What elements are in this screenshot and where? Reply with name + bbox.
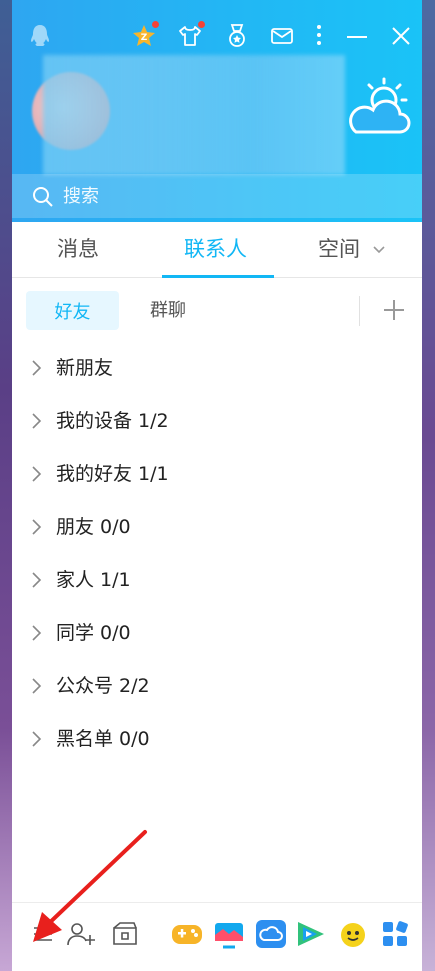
menu-icon[interactable] xyxy=(26,917,60,951)
contact-subtabs: 好友 群聊 xyxy=(12,278,422,342)
tab-messages[interactable]: 消息 xyxy=(57,234,99,264)
list-item[interactable]: 公众号 2/2 xyxy=(12,660,422,713)
mail-icon[interactable] xyxy=(268,22,296,50)
list-item-label: 黑名单 0/0 xyxy=(56,728,150,750)
search-input[interactable]: 搜索 xyxy=(63,184,99,210)
subtab-groups[interactable]: 群聊 xyxy=(150,298,186,324)
chevron-right-icon xyxy=(32,625,42,641)
baidu-icon[interactable] xyxy=(336,917,370,951)
list-item[interactable]: 我的好友 1/1 xyxy=(12,448,422,501)
subtab-friends[interactable]: 好友 xyxy=(26,291,119,330)
shirt-icon[interactable] xyxy=(176,21,205,50)
chevron-right-icon xyxy=(32,519,42,535)
list-item-label: 朋友 0/0 xyxy=(56,516,131,538)
list-item-label: 新朋友 xyxy=(56,357,114,379)
contact-group-list: 新朋友 我的设备 1/2 我的好友 1/1 朋友 0/0 家人 1/1 同学 0… xyxy=(12,342,422,766)
list-item[interactable]: 新朋友 xyxy=(12,342,422,395)
tab-contacts[interactable]: 联系人 xyxy=(184,234,247,264)
vip-star-icon[interactable]: Z xyxy=(130,21,159,50)
more-icon[interactable] xyxy=(309,20,329,50)
app-manager-icon[interactable] xyxy=(108,917,142,951)
chevron-down-icon[interactable] xyxy=(371,242,387,258)
list-item[interactable]: 黑名单 0/0 xyxy=(12,713,422,766)
chevron-right-icon xyxy=(32,466,42,482)
search-icon xyxy=(32,186,54,208)
qq-main-window: Z 搜索 消息 联系人 空间 好友 群聊 新朋友 我的设备 1/2 我的好友 1… xyxy=(12,0,422,971)
live-icon[interactable] xyxy=(212,917,246,951)
main-tabs: 消息 联系人 空间 xyxy=(12,222,422,278)
desktop-background-right xyxy=(422,0,435,971)
list-item[interactable]: 同学 0/0 xyxy=(12,607,422,660)
list-item-label: 同学 0/0 xyxy=(56,622,131,644)
chevron-right-icon xyxy=(32,731,42,747)
tencent-video-icon[interactable] xyxy=(294,917,328,951)
game-icon[interactable] xyxy=(170,917,204,951)
profile-header: Z 搜索 xyxy=(12,0,422,222)
desktop-background-left xyxy=(0,0,12,971)
medal-icon[interactable] xyxy=(223,22,251,50)
list-item[interactable]: 我的设备 1/2 xyxy=(12,395,422,448)
add-icon[interactable] xyxy=(382,298,406,322)
divider xyxy=(359,296,360,326)
list-item-label: 我的设备 1/2 xyxy=(56,410,169,432)
chevron-right-icon xyxy=(32,678,42,694)
apps-icon[interactable] xyxy=(378,917,412,951)
list-item[interactable]: 家人 1/1 xyxy=(12,554,422,607)
bottom-toolbar xyxy=(12,902,422,971)
chevron-right-icon xyxy=(32,413,42,429)
chevron-right-icon xyxy=(32,360,42,376)
weiyun-icon[interactable] xyxy=(254,917,288,951)
qq-logo-icon[interactable] xyxy=(26,22,54,50)
svg-text:Z: Z xyxy=(141,33,148,43)
chevron-right-icon xyxy=(32,572,42,588)
tab-space[interactable]: 空间 xyxy=(318,234,360,264)
weather-icon[interactable] xyxy=(342,76,414,138)
list-item-label: 家人 1/1 xyxy=(56,569,131,591)
list-item-label: 我的好友 1/1 xyxy=(56,463,169,485)
list-item[interactable]: 朋友 0/0 xyxy=(12,501,422,554)
minimize-icon[interactable] xyxy=(344,24,370,50)
close-icon[interactable] xyxy=(387,22,415,50)
list-item-label: 公众号 2/2 xyxy=(56,675,150,697)
add-contact-icon[interactable] xyxy=(64,917,98,951)
blurred-profile-info xyxy=(43,55,345,175)
